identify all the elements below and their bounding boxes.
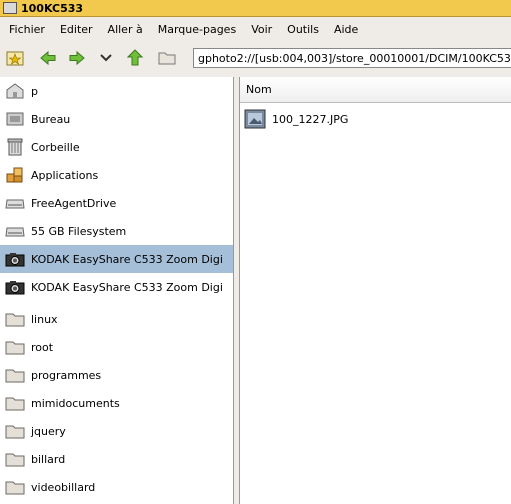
arrow-right-icon xyxy=(69,50,85,66)
arrow-left-icon xyxy=(40,50,56,66)
sidebar-item-mimidocuments[interactable]: mimidocuments xyxy=(0,389,233,417)
file-item[interactable]: 100_1227.JPG xyxy=(244,109,348,129)
folder-icon xyxy=(5,337,25,357)
up-button[interactable] xyxy=(122,45,148,71)
window-icon xyxy=(3,2,17,14)
sidebar-item-bureau[interactable]: Bureau xyxy=(0,105,233,133)
drive-icon xyxy=(5,193,25,213)
sidebar-item-linux[interactable]: linux xyxy=(0,305,233,333)
chevron-down-icon xyxy=(100,54,112,62)
address-bar[interactable]: gphoto2://[usb:004,003]/store_00010001/D… xyxy=(193,48,511,68)
sidebar-item-home[interactable]: p xyxy=(0,77,233,105)
sidebar-item-label: Applications xyxy=(31,168,99,182)
sidebar-item-label: root xyxy=(31,340,54,354)
sidebar-item-label: p xyxy=(31,84,38,98)
applications-icon xyxy=(5,165,25,185)
sidebar-item-label: mimidocuments xyxy=(31,396,120,410)
window-title: 100KC533 xyxy=(21,1,84,15)
column-header-label: Nom xyxy=(246,83,272,96)
folder-icon xyxy=(5,421,25,441)
sidebar-item-freeagentdrive[interactable]: FreeAgentDrive xyxy=(0,189,233,217)
home-icon xyxy=(5,81,25,101)
folder-icon xyxy=(5,477,25,497)
sidebar-item-label: KODAK EasyShare C533 Zoom Digi xyxy=(31,280,223,294)
menu-outils[interactable]: Outils xyxy=(287,23,319,36)
menu-editer[interactable]: Editer xyxy=(60,23,93,36)
folder-icon xyxy=(5,309,25,329)
trash-icon xyxy=(5,137,25,157)
sidebar-item-applications[interactable]: Applications xyxy=(0,161,233,189)
sidebar-item-kodak-2[interactable]: KODAK EasyShare C533 Zoom Digi xyxy=(0,273,233,301)
folder-icon xyxy=(158,52,176,65)
menu-fichier[interactable]: Fichier xyxy=(9,23,45,36)
bookmark-button[interactable] xyxy=(3,45,29,71)
history-dropdown[interactable] xyxy=(93,45,119,71)
folder-icon xyxy=(5,365,25,385)
camera-icon xyxy=(5,249,25,269)
folder-icon xyxy=(5,449,25,469)
sidebar-item-billard[interactable]: billard xyxy=(0,445,233,473)
desktop-icon xyxy=(5,109,25,129)
image-file-icon xyxy=(244,109,266,129)
file-name: 100_1227.JPG xyxy=(272,112,349,126)
sidebar-item-label: Corbeille xyxy=(31,140,80,154)
sidebar-item-root[interactable]: root xyxy=(0,333,233,361)
menu-bar: Fichier Editer Aller à Marque-pages Voir… xyxy=(0,17,511,41)
sidebar-item-label: 55 GB Filesystem xyxy=(31,224,127,238)
sidebar-item-label: billard xyxy=(31,452,66,466)
sidebar-item-label: linux xyxy=(31,312,58,326)
menu-aller-a[interactable]: Aller à xyxy=(108,23,143,36)
location-toggle[interactable] xyxy=(154,45,180,71)
sidebar-item-kodak-1[interactable]: KODAK EasyShare C533 Zoom Digi xyxy=(0,245,233,273)
sidebar-item-label: jquery xyxy=(31,424,66,438)
back-button[interactable] xyxy=(35,45,61,71)
sidebar-item-label: FreeAgentDrive xyxy=(31,196,117,210)
menu-voir[interactable]: Voir xyxy=(251,23,272,36)
menu-aide[interactable]: Aide xyxy=(334,23,358,36)
star-icon xyxy=(6,51,24,66)
sidebar-item-label: programmes xyxy=(31,368,102,382)
folder-icon xyxy=(5,393,25,413)
sidebar-item-videobillard[interactable]: videobillard xyxy=(0,473,233,501)
title-bar: 100KC533 xyxy=(0,0,511,17)
menu-marque-pages[interactable]: Marque-pages xyxy=(158,23,236,36)
sidebar-item-programmes[interactable]: programmes xyxy=(0,361,233,389)
sidebar-item-jquery[interactable]: jquery xyxy=(0,417,233,445)
sidebar-item-55gb[interactable]: 55 GB Filesystem xyxy=(0,217,233,245)
address-text: gphoto2://[usb:004,003]/store_00010001/D… xyxy=(198,51,511,65)
drive-icon xyxy=(5,221,25,241)
sidebar-item-label: KODAK EasyShare C533 Zoom Digi xyxy=(31,252,223,266)
sidebar-item-label: Bureau xyxy=(31,112,71,126)
column-header-name[interactable]: Nom xyxy=(240,77,511,103)
arrow-up-icon xyxy=(127,49,143,66)
sidebar-item-corbeille[interactable]: Corbeille xyxy=(0,133,233,161)
sidebar-item-label: videobillard xyxy=(31,480,96,494)
forward-button[interactable] xyxy=(64,45,90,71)
sidebar: p Bureau Corbeille Applications FreeAgen… xyxy=(0,77,234,504)
camera-icon xyxy=(5,277,25,297)
file-view[interactable]: Nom 100_1227.JPG xyxy=(239,77,511,504)
